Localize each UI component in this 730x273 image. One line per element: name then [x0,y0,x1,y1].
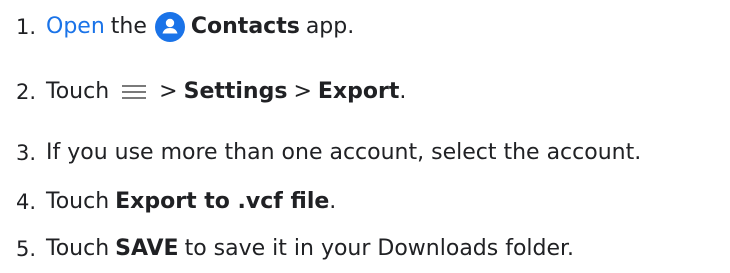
open-link[interactable]: Open [46,16,105,38]
export-vcf-label: Export to .vcf file [115,189,330,214]
step-number: 5. [16,236,37,261]
step-text: app. [305,14,355,39]
separator: > [159,79,178,104]
save-label: SAVE [115,236,179,261]
step-text: Touch [46,189,110,214]
step-text: to save it in your Downloads folder. [184,236,575,261]
step-5: 5. Touch SAVE to save it in your Downloa… [0,229,574,269]
step-2: 2. Touch > Settings > Export. [0,72,406,112]
step-number: 1. [16,14,37,39]
settings-label: Settings [183,79,288,104]
separator: > [293,79,312,104]
instruction-steps: 1. Open the Contacts app. 2. Touch > Set… [0,0,730,273]
step-text: the [110,14,147,39]
period: . [399,79,407,104]
app-name: Contacts [190,14,300,39]
step-number: 2. [16,79,37,104]
step-number: 4. [16,189,37,214]
step-3: 3. If you use more than one account, sel… [0,133,641,173]
step-text: Touch [46,236,110,261]
step-text: Touch [46,79,110,104]
step-1: 1. Open the Contacts app. [0,7,354,47]
step-number: 3. [16,140,37,165]
step-text: If you use more than one account, select… [46,140,642,165]
export-label: Export [317,79,400,104]
period: . [329,189,337,214]
contacts-app-icon [154,12,185,42]
menu-icon [121,82,147,102]
step-4: 4. Touch Export to .vcf file. [0,182,336,222]
